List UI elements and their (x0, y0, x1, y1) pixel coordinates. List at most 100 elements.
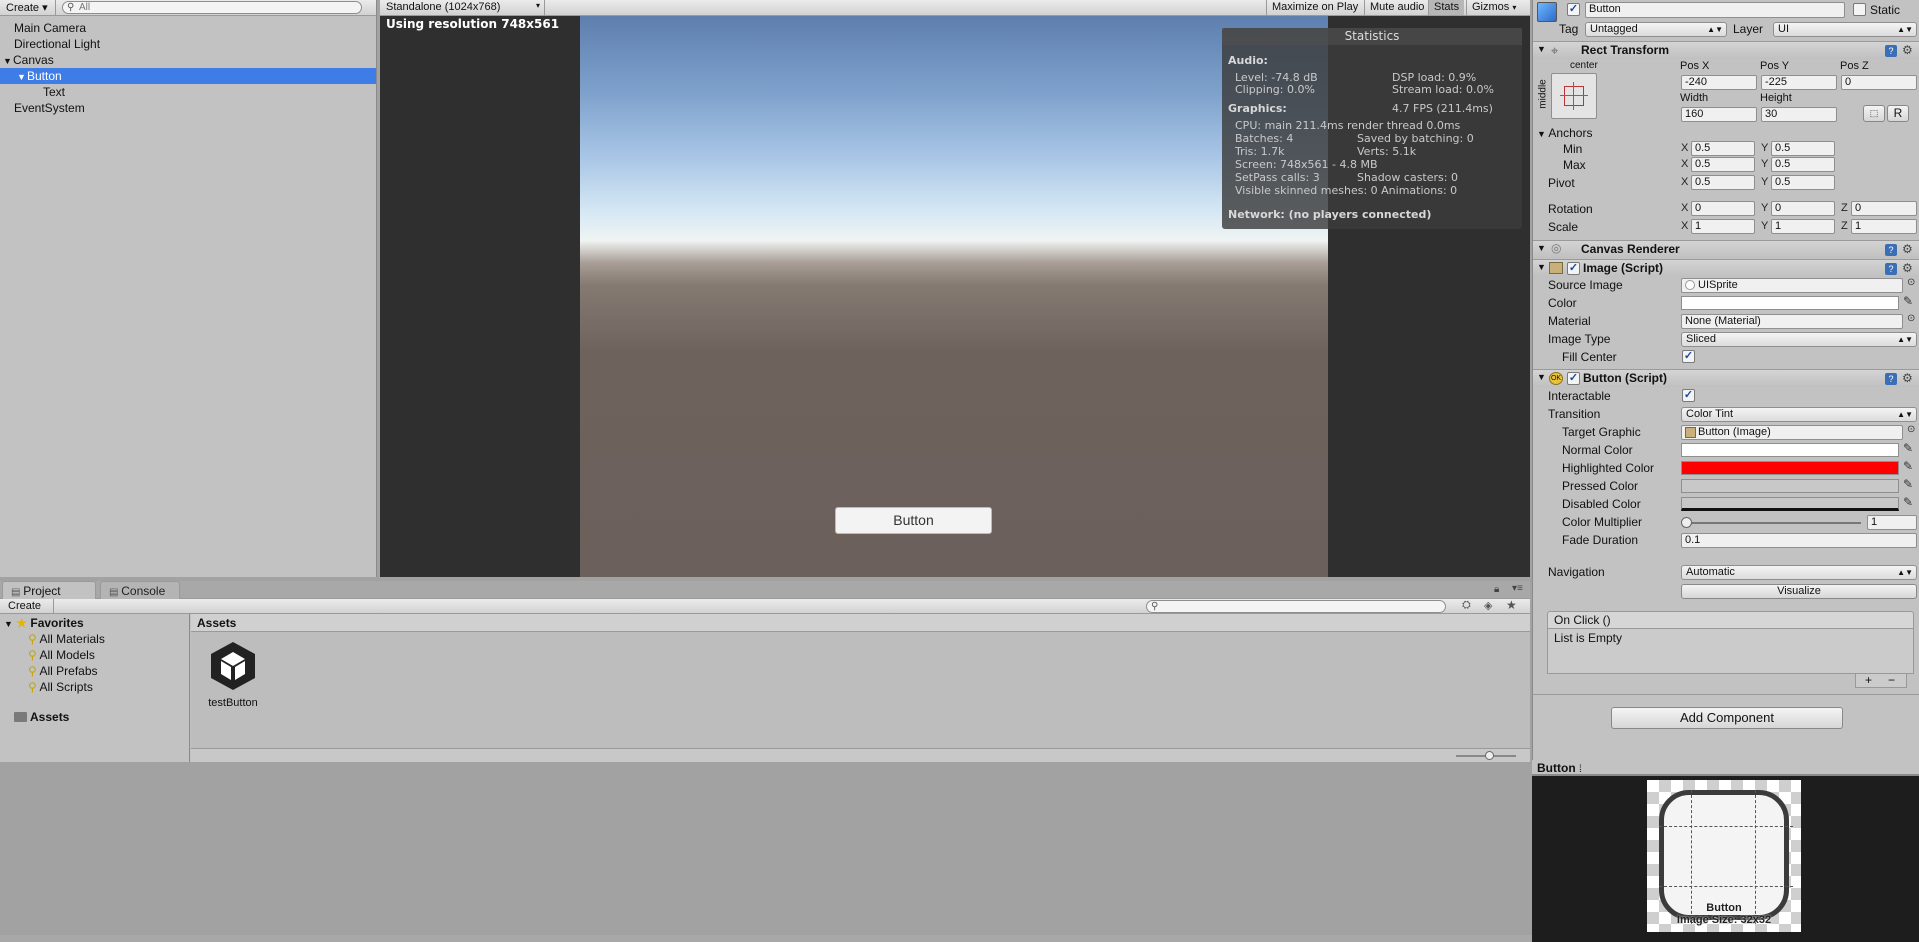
asset-item[interactable]: testButton (205, 638, 261, 709)
hierarchy-item-eventsystem[interactable]: EventSystem (0, 100, 376, 116)
star-icon[interactable]: ★ (1506, 598, 1517, 612)
tag-dropdown[interactable]: Untagged ▲▼ (1585, 22, 1727, 37)
filter-by-type-icon[interactable]: ⛭ (1462, 599, 1471, 612)
static-checkbox[interactable] (1853, 3, 1866, 16)
color-swatch[interactable] (1681, 296, 1899, 310)
hierarchy-item-canvas[interactable]: ▼Canvas (0, 52, 376, 68)
gear-icon[interactable]: ⚙ (1902, 242, 1913, 256)
scale-z-field[interactable]: 1 (1851, 219, 1917, 234)
highlighted-color-swatch[interactable] (1681, 461, 1899, 475)
image-header[interactable]: ▼ ✓ Image (Script) ? ⚙ (1533, 259, 1919, 277)
expand-triangle-icon[interactable]: ▼ (3, 53, 13, 69)
help-icon[interactable]: ? (1885, 244, 1897, 256)
project-search-input[interactable]: ⚲ (1146, 600, 1446, 613)
tab-project[interactable]: ▤ Project (2, 581, 96, 599)
color-multiplier-field[interactable]: 1 (1867, 515, 1917, 530)
hierarchy-item-directional-light[interactable]: Directional Light (0, 36, 376, 52)
anchor-preset-button[interactable] (1551, 73, 1597, 119)
preview-header[interactable]: Button ⁞ (1532, 760, 1919, 776)
scale-y-field[interactable]: 1 (1771, 219, 1835, 234)
material-field[interactable]: None (Material) (1681, 314, 1903, 329)
project-create-button[interactable]: Create ▾ (2, 599, 54, 625)
pivot-x-field[interactable]: 0.5 (1691, 175, 1755, 190)
mute-audio-toggle[interactable]: Mute audio (1364, 0, 1429, 15)
min-x-field[interactable]: 0.5 (1691, 141, 1755, 156)
eyedropper-icon[interactable]: ✎ (1903, 459, 1913, 473)
max-y-field[interactable]: 0.5 (1771, 157, 1835, 172)
help-icon[interactable]: ? (1885, 263, 1897, 275)
hierarchy-search-input[interactable]: ⚲ All (62, 1, 362, 14)
max-x-field[interactable]: 0.5 (1691, 157, 1755, 172)
help-icon[interactable]: ? (1885, 373, 1897, 385)
source-image-field[interactable]: UISprite (1681, 278, 1903, 293)
favorite-all-prefabs[interactable]: ⚲ All Prefabs (28, 664, 98, 678)
expand-triangle-icon[interactable]: ▼ (17, 69, 27, 85)
width-field[interactable]: 160 (1681, 107, 1757, 122)
anchors-foldout[interactable]: ▼ Anchors (1537, 125, 1592, 141)
visualize-button[interactable]: Visualize (1681, 584, 1917, 599)
game-viewport[interactable]: Button Using resolution 748x561 Statisti… (380, 16, 1530, 577)
add-component-button[interactable]: Add Component (1611, 707, 1843, 729)
foldout-triangle-icon[interactable]: ▼ (1537, 372, 1546, 382)
object-picker-icon[interactable]: ⊙ (1907, 313, 1915, 324)
height-field[interactable]: 30 (1761, 107, 1837, 122)
posy-field[interactable]: -225 (1761, 75, 1837, 90)
color-multiplier-slider-track[interactable] (1685, 522, 1861, 524)
eyedropper-icon[interactable]: ✎ (1903, 477, 1913, 491)
rotation-x-field[interactable]: 0 (1691, 201, 1755, 216)
eyedropper-icon[interactable]: ✎ (1903, 495, 1913, 509)
eyedropper-icon[interactable]: ✎ (1903, 441, 1913, 455)
stats-toggle[interactable]: Stats (1428, 0, 1465, 15)
favorite-all-materials[interactable]: ⚲ All Materials (28, 632, 105, 646)
color-multiplier-slider-thumb[interactable] (1681, 517, 1692, 528)
interactable-checkbox[interactable]: ✓ (1682, 389, 1695, 402)
aspect-dropdown[interactable]: Standalone (1024x768) ▾ (380, 0, 545, 15)
hierarchy-item-text[interactable]: Text (0, 84, 376, 100)
target-graphic-field[interactable]: Button (Image) (1681, 425, 1903, 440)
favorites-header[interactable]: ▼ ★ Favorites (4, 616, 84, 630)
button-enabled-checkbox[interactable]: ✓ (1567, 372, 1580, 385)
object-picker-icon[interactable]: ⊙ (1907, 277, 1915, 288)
rotation-z-field[interactable]: 0 (1851, 201, 1917, 216)
pivot-y-field[interactable]: 0.5 (1771, 175, 1835, 190)
normal-color-swatch[interactable] (1681, 443, 1899, 457)
hierarchy-item-main-camera[interactable]: Main Camera (0, 20, 376, 36)
foldout-triangle-icon[interactable]: ▼ (1537, 243, 1546, 253)
gear-icon[interactable]: ⚙ (1902, 371, 1913, 385)
zoom-slider-thumb[interactable] (1485, 751, 1494, 760)
image-enabled-checkbox[interactable]: ✓ (1567, 262, 1580, 275)
active-checkbox[interactable]: ✓ (1567, 3, 1580, 16)
maximize-on-play-toggle[interactable]: Maximize on Play (1266, 0, 1363, 15)
assets-root[interactable]: Assets (14, 710, 69, 724)
disabled-color-swatch[interactable] (1681, 497, 1899, 511)
rect-transform-header[interactable]: ▼ ⌖ Rect Transform ? ⚙ (1533, 41, 1919, 59)
foldout-triangle-icon[interactable]: ▼ (1537, 262, 1546, 272)
image-type-dropdown[interactable]: Sliced ▲▼ (1681, 332, 1917, 347)
tab-console[interactable]: ▤ Console (100, 581, 180, 599)
hierarchy-item-button[interactable]: ▼Button (0, 68, 376, 84)
button-component-header[interactable]: ▼ OK ✓ Button (Script) ? ⚙ (1533, 369, 1919, 387)
foldout-triangle-icon[interactable]: ▼ (1537, 44, 1546, 54)
object-name-field[interactable]: Button (1585, 2, 1845, 18)
min-y-field[interactable]: 0.5 (1771, 141, 1835, 156)
object-picker-icon[interactable]: ⊙ (1907, 424, 1915, 435)
minus-icon[interactable]: − (1888, 674, 1895, 686)
hierarchy-create-button[interactable]: Create ▾ (0, 0, 56, 15)
panel-menu-icon[interactable]: ▾≡ (1512, 583, 1523, 594)
plus-icon[interactable]: + (1865, 674, 1872, 686)
pressed-color-swatch[interactable] (1681, 479, 1899, 493)
gear-icon[interactable]: ⚙ (1902, 43, 1913, 57)
posx-field[interactable]: -240 (1681, 75, 1757, 90)
navigation-dropdown[interactable]: Automatic ▲▼ (1681, 565, 1917, 580)
favorite-all-models[interactable]: ⚲ All Models (28, 648, 95, 662)
game-ui-button[interactable]: Button (835, 507, 992, 534)
scale-x-field[interactable]: 1 (1691, 219, 1755, 234)
layer-dropdown[interactable]: UI ▲▼ (1773, 22, 1917, 37)
favorite-all-scripts[interactable]: ⚲ All Scripts (28, 680, 93, 694)
fill-center-checkbox[interactable]: ✓ (1682, 350, 1695, 363)
fade-duration-field[interactable]: 0.1 (1681, 533, 1917, 548)
gear-icon[interactable]: ⚙ (1902, 261, 1913, 275)
help-icon[interactable]: ? (1885, 45, 1897, 57)
transition-dropdown[interactable]: Color Tint ▲▼ (1681, 407, 1917, 422)
filter-by-label-icon[interactable]: ◈ (1484, 599, 1492, 612)
